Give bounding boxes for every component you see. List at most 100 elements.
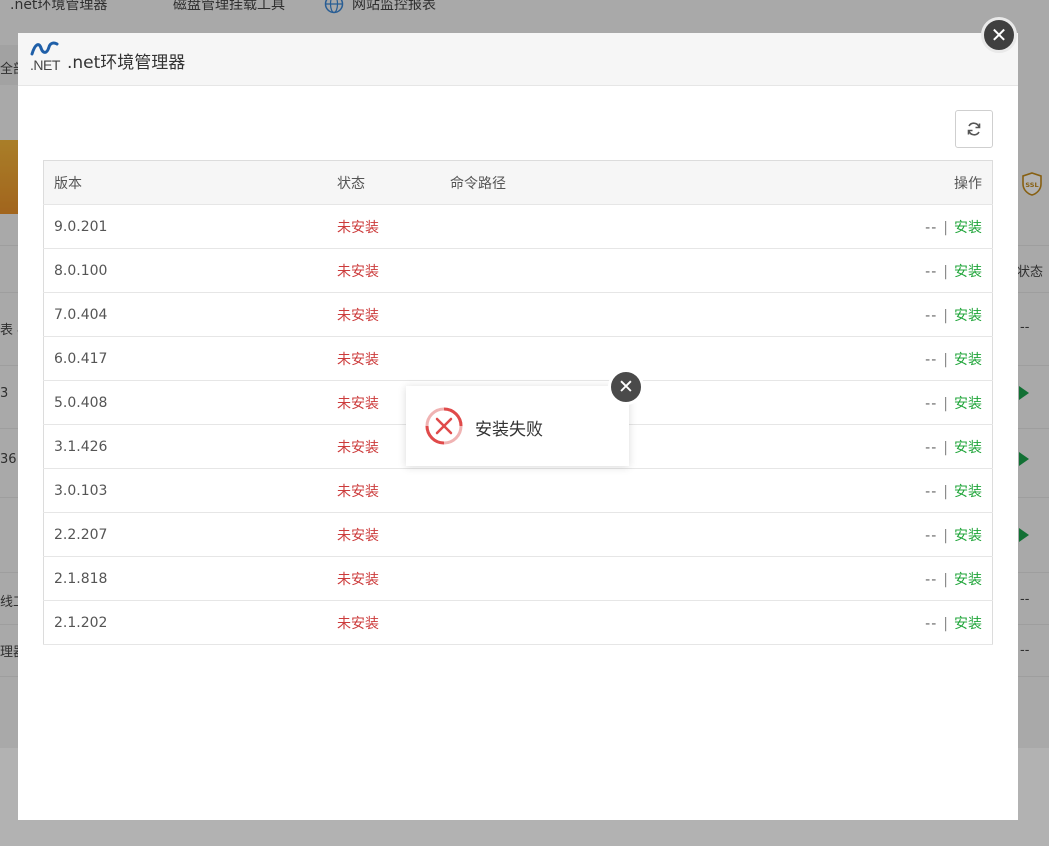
row-dash: -- — [925, 263, 938, 280]
row-actions: -- | 安装 — [840, 424, 993, 469]
row-version: 5.0.408 — [43, 380, 327, 425]
dotnet-wave-icon — [30, 41, 59, 56]
toast-message: 安装失败 — [475, 420, 543, 440]
status-text: 未安装 — [337, 219, 379, 236]
row-command-path — [440, 512, 840, 557]
install-link[interactable]: 安装 — [954, 308, 982, 324]
row-status: 未安装 — [327, 248, 440, 293]
row-actions: -- | 安装 — [840, 336, 993, 381]
row-actions: -- | 安装 — [840, 380, 993, 425]
row-command-path — [440, 292, 840, 337]
row-version: 3.0.103 — [43, 468, 327, 513]
row-dash: -- — [925, 571, 938, 588]
row-dash: -- — [925, 351, 938, 368]
table-row: 2.1.202 未安装 -- | 安装 — [43, 600, 993, 645]
status-text: 未安装 — [337, 483, 379, 500]
row-version: 8.0.100 — [43, 248, 327, 293]
status-text: 未安装 — [337, 439, 379, 456]
row-version: 2.2.207 — [43, 512, 327, 557]
install-link[interactable]: 安装 — [954, 396, 982, 412]
row-separator: | — [943, 483, 948, 500]
header-action: 操作 — [840, 160, 993, 205]
dialog-header: .NET .net环境管理器 — [18, 33, 1018, 86]
row-dash: -- — [925, 527, 938, 544]
status-text: 未安装 — [337, 615, 379, 632]
row-version: 2.1.202 — [43, 600, 327, 645]
row-actions: -- | 安装 — [840, 600, 993, 645]
row-separator: | — [943, 219, 948, 236]
row-separator: | — [943, 527, 948, 544]
install-link[interactable]: 安装 — [954, 352, 982, 368]
row-status: 未安装 — [327, 512, 440, 557]
header-path: 命令路径 — [440, 160, 840, 205]
error-circle-icon — [425, 407, 463, 445]
status-text: 未安装 — [337, 307, 379, 324]
row-actions: -- | 安装 — [840, 292, 993, 337]
row-separator: | — [943, 307, 948, 324]
table-header-row: 版本 状态 命令路径 操作 — [43, 160, 993, 205]
row-dash: -- — [925, 307, 938, 324]
toast-close-button[interactable]: ✕ — [608, 369, 644, 405]
status-text: 未安装 — [337, 263, 379, 280]
row-separator: | — [943, 263, 948, 280]
install-link[interactable]: 安装 — [954, 220, 982, 236]
row-dash: -- — [925, 439, 938, 456]
close-icon: ✕ — [990, 23, 1008, 47]
row-command-path — [440, 600, 840, 645]
status-text: 未安装 — [337, 527, 379, 544]
close-icon: ✕ — [618, 376, 634, 398]
install-link[interactable]: 安装 — [954, 528, 982, 544]
header-version: 版本 — [43, 160, 327, 205]
table-row: 3.0.103 未安装 -- | 安装 — [43, 468, 993, 513]
status-text: 未安装 — [337, 571, 379, 588]
install-link[interactable]: 安装 — [954, 616, 982, 632]
install-link[interactable]: 安装 — [954, 440, 982, 456]
status-text: 未安装 — [337, 395, 379, 412]
dotnet-logo-text: .NET — [30, 57, 60, 73]
row-command-path — [440, 248, 840, 293]
row-status: 未安装 — [327, 556, 440, 601]
row-separator: | — [943, 351, 948, 368]
row-separator: | — [943, 439, 948, 456]
table-row: 7.0.404 未安装 -- | 安装 — [43, 292, 993, 337]
row-status: 未安装 — [327, 336, 440, 381]
table-row: 9.0.201 未安装 -- | 安装 — [43, 204, 993, 249]
row-actions: -- | 安装 — [840, 556, 993, 601]
row-dash: -- — [925, 219, 938, 236]
row-command-path — [440, 468, 840, 513]
row-command-path — [440, 556, 840, 601]
row-actions: -- | 安装 — [840, 468, 993, 513]
row-version: 3.1.426 — [43, 424, 327, 469]
row-actions: -- | 安装 — [840, 248, 993, 293]
row-status: 未安装 — [327, 204, 440, 249]
row-status: 未安装 — [327, 468, 440, 513]
row-version: 7.0.404 — [43, 292, 327, 337]
install-link[interactable]: 安装 — [954, 572, 982, 588]
table-row: 6.0.417 未安装 -- | 安装 — [43, 336, 993, 381]
row-separator: | — [943, 395, 948, 412]
row-dash: -- — [925, 483, 938, 500]
row-dash: -- — [925, 615, 938, 632]
row-version: 6.0.417 — [43, 336, 327, 381]
row-separator: | — [943, 571, 948, 588]
dialog-close-button[interactable]: ✕ — [981, 17, 1017, 53]
refresh-button[interactable] — [955, 110, 993, 148]
row-command-path — [440, 204, 840, 249]
table-row: 8.0.100 未安装 -- | 安装 — [43, 248, 993, 293]
install-link[interactable]: 安装 — [954, 264, 982, 280]
row-command-path — [440, 336, 840, 381]
row-version: 2.1.818 — [43, 556, 327, 601]
row-status: 未安装 — [327, 600, 440, 645]
dotnet-logo: .NET — [30, 41, 60, 73]
status-text: 未安装 — [337, 351, 379, 368]
dialog-title: .net环境管理器 — [67, 53, 186, 73]
row-version: 9.0.201 — [43, 204, 327, 249]
table-row: 2.2.207 未安装 -- | 安装 — [43, 512, 993, 557]
row-actions: -- | 安装 — [840, 204, 993, 249]
table-row: 2.1.818 未安装 -- | 安装 — [43, 556, 993, 601]
header-status: 状态 — [327, 160, 440, 205]
row-status: 未安装 — [327, 292, 440, 337]
row-actions: -- | 安装 — [840, 512, 993, 557]
refresh-icon — [967, 122, 981, 136]
install-link[interactable]: 安装 — [954, 484, 982, 500]
